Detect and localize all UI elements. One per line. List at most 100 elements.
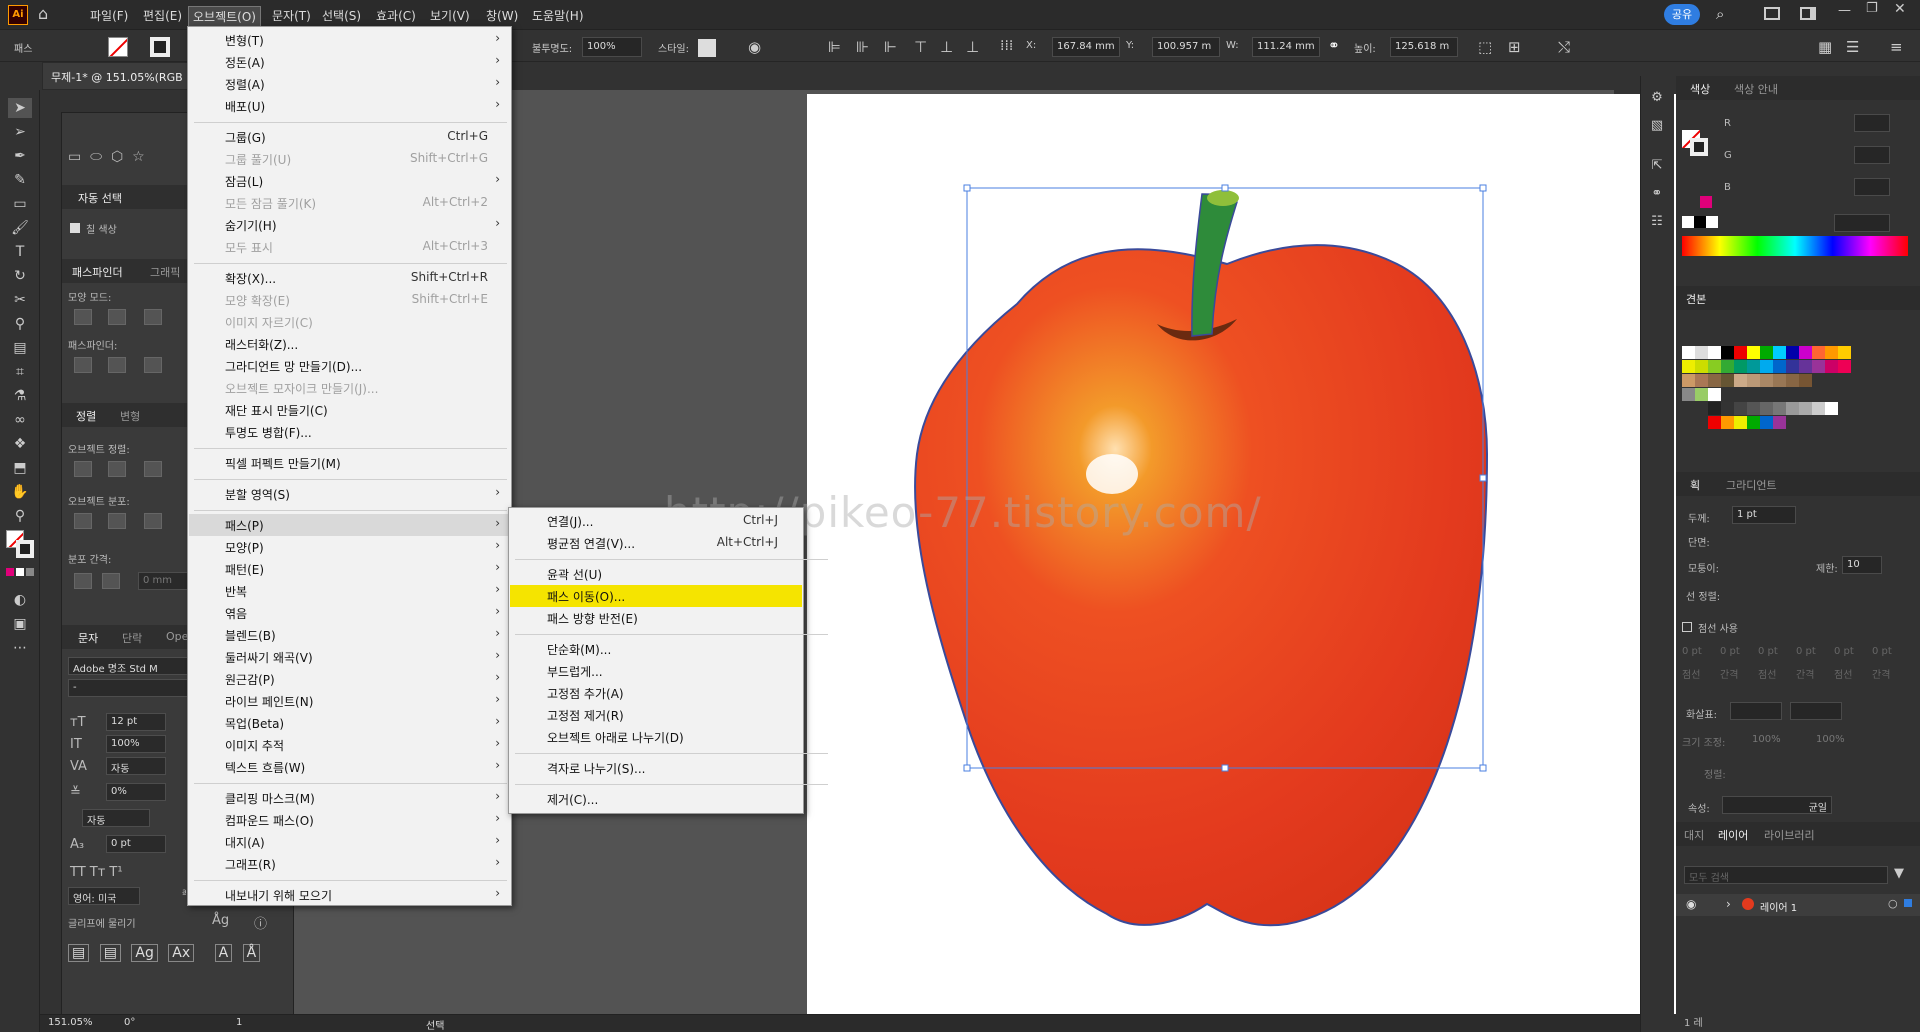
artboards-tab[interactable]: 대지 [1684,827,1704,843]
dash-field-1[interactable]: 0 pt [1682,646,1702,657]
menu-item[interactable]: 이미지 추적 › [189,734,510,756]
menu-file[interactable]: 파일(F) [86,6,132,25]
glyph-snap-button-3[interactable]: Ag [131,944,158,962]
restore-icon[interactable]: ❐ [1866,1,1878,16]
color-mode-icons[interactable] [6,566,36,576]
curvature-icon[interactable]: ✎ [8,170,32,190]
g-field[interactable] [1854,146,1890,164]
menu-item[interactable]: 평균점 연결(V)... Alt+Ctrl+J [510,532,802,554]
more-tools-icon[interactable]: ⋯ [8,638,32,658]
font-size-field[interactable]: 12 pt [106,713,166,731]
links-icon[interactable]: ⚭ [1647,184,1667,204]
dash-field-6[interactable]: 0 pt [1872,646,1892,657]
color-stroke-icon[interactable] [1690,138,1708,156]
filter-icon[interactable]: ▼ [1894,866,1904,881]
scissors-icon[interactable]: ✂ [8,290,32,310]
visibility-icon[interactable]: ◉ [1686,897,1696,911]
menu-item[interactable]: 내보내기 위해 모으기 › [189,884,510,906]
dash-field-3[interactable]: 0 pt [1758,646,1778,657]
adjust-icon[interactable]: ☷ [1647,212,1667,232]
menu-item[interactable]: 재단 표시 만들기(C) [189,399,510,421]
selection-tool-icon[interactable]: ➤ [8,98,32,118]
menu-item[interactable]: 배포(U) › [189,95,510,117]
distribute-top-button[interactable] [74,513,92,529]
workspace-icon[interactable] [1764,7,1780,20]
document-tab[interactable]: 무제-1* @ 151.05%(RGB [42,62,192,90]
eyedropper-icon[interactable]: ⚗ [8,386,32,406]
zoom-field[interactable]: 151.05% [48,1017,93,1028]
reference-point-icon[interactable]: ⁞⁞⁞ [1000,38,1013,54]
align-top-icon[interactable]: ⊤ [914,38,927,56]
menu-item[interactable]: 확장(X)... Shift+Ctrl+R [189,267,510,289]
gradient-tab[interactable]: 그라디언트 [1726,477,1777,493]
polygon-shape-icon[interactable]: ⬡ [111,149,123,165]
minus-front-button[interactable] [108,309,126,325]
menu-item[interactable]: 잠금(L) › [189,170,510,192]
menu-item[interactable]: 래스터화(Z)... [189,333,510,355]
glyph-snap-button-1[interactable]: ▤ [68,944,90,962]
menu-item[interactable]: 오브젝트 아래로 나누기(D) [510,726,802,748]
menu-object[interactable]: 오브젝트(O) [188,6,261,27]
spacing-v-button[interactable] [74,573,92,589]
arrange-icon[interactable] [1800,7,1816,20]
glyph-snap-button-5[interactable]: A [214,944,233,962]
align-bottom-icon[interactable]: ⊥ [966,38,979,56]
menu-item[interactable]: 고정점 추가(A) [510,682,802,704]
opentype-tab[interactable]: Ope [166,630,188,643]
color-guide-tab[interactable]: 색상 안내 [1734,81,1778,97]
stroke-icon[interactable] [150,37,170,57]
mesh-tool-icon[interactable]: ⌗ [8,362,32,382]
hex-field[interactable] [1834,214,1890,232]
glyph-snap-button-6[interactable]: Å [242,944,261,962]
h-field[interactable]: 125.618 m [1390,37,1458,57]
libraries-icon[interactable]: ▧ [1647,116,1667,136]
graphic-tab[interactable]: 그래픽 [150,264,180,280]
dash-field-5[interactable]: 0 pt [1834,646,1854,657]
menu-effect[interactable]: 효과(C) [372,6,420,25]
scale-start[interactable]: 100% [1752,734,1781,745]
menu-item[interactable]: 그라디언트 망 만들기(D)... [189,355,510,377]
menu-item[interactable]: 픽셀 퍼펙트 만들기(M) [189,452,510,474]
black-swatch[interactable] [1694,216,1706,228]
swatches-grid[interactable] [1682,346,1912,436]
align-obj-center-button[interactable] [108,461,126,477]
r-field[interactable] [1854,114,1890,132]
zoom-tool-icon[interactable]: ⚲ [8,506,32,526]
menu-item[interactable]: 단순화(M)... [510,638,802,660]
menu-select[interactable]: 선택(S) [318,6,365,25]
distribute-bottom-button[interactable] [144,513,162,529]
align-center-icon[interactable]: ⊪ [856,38,869,56]
baseline-field[interactable]: 0 pt [106,835,166,853]
magenta-swatch[interactable] [1700,196,1712,208]
menu-item[interactable]: 제거(C)... [510,788,802,810]
glyph-snap-button-4[interactable]: Ax [168,944,195,962]
menu-item[interactable]: 텍스트 흐름(W) › [189,756,510,778]
scale-end[interactable]: 100% [1816,734,1845,745]
symbol-tool-icon[interactable]: ❖ [8,434,32,454]
layers-tab[interactable]: 레이어 [1718,827,1748,843]
menu-item[interactable]: 변형(T) › [189,29,510,51]
screen-mode-icon[interactable]: ▣ [8,614,32,634]
character-tab[interactable]: 문자 [78,630,98,646]
menu-item[interactable]: 숨기기(H) › [189,214,510,236]
menu-item[interactable]: 패스 방향 반전(E) [510,607,802,629]
fill-color-checkbox[interactable] [70,223,80,233]
font-name-field[interactable]: Adobe 명조 Std M [68,657,194,675]
rotate-field[interactable]: 0° [124,1017,135,1028]
draw-mode-icon[interactable]: ◐ [8,590,32,610]
export-icon[interactable]: ⇱ [1647,156,1667,176]
glyph-icon[interactable]: Åg [212,913,229,928]
menu-item[interactable]: 분할 영역(S) › [189,483,510,505]
panel-grid-icon[interactable]: ▦ [1818,38,1832,56]
expand-icon[interactable]: › [1726,897,1731,911]
menu-view[interactable]: 보기(V) [426,6,474,25]
ellipse-shape-icon[interactable]: ⬭ [90,149,102,165]
recolor-icon[interactable]: ◉ [748,38,761,56]
dash-field-2[interactable]: 0 pt [1720,646,1740,657]
vertical-scale-field[interactable]: 100% [106,735,166,753]
warp-tool-icon[interactable]: ⚲ [8,314,32,334]
libraries-tab[interactable]: 라이브러리 [1764,827,1815,843]
menu-item[interactable]: 대지(A) › [189,831,510,853]
trim-button[interactable] [108,357,126,373]
panel-list-icon[interactable]: ☰ [1846,38,1859,56]
